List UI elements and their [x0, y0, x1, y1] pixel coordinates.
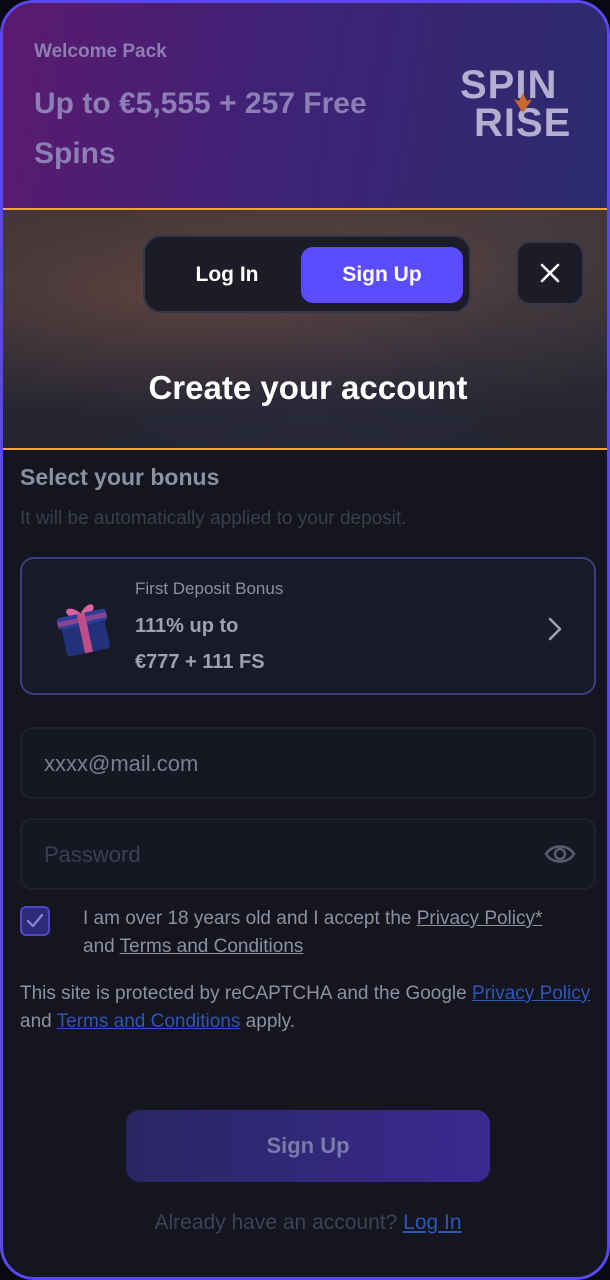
- phone-frame: Welcome Pack Up to €5,555 + 257 Free Spi…: [0, 0, 610, 1280]
- recaptcha-suffix: apply.: [240, 1011, 295, 1032]
- consent-and: and: [83, 936, 120, 957]
- bonus-selector[interactable]: First Deposit Bonus 111% up to €777 + 11…: [20, 557, 596, 695]
- login-link[interactable]: Log In: [403, 1211, 461, 1234]
- email-input[interactable]: [42, 729, 546, 799]
- google-terms-link[interactable]: Terms and Conditions: [57, 1011, 241, 1032]
- header-divider: [3, 448, 607, 450]
- chevron-right-icon: [548, 617, 562, 641]
- banner-title: Up to €5,555 + 257 Free Spins: [34, 87, 367, 170]
- page-title: Create your account: [148, 369, 468, 406]
- recaptcha-notice: This site is protected by reCAPTCHA and …: [20, 980, 605, 1036]
- bonus-heading: Select your bonus: [20, 464, 220, 490]
- terms-link[interactable]: Terms and Conditions: [120, 936, 304, 957]
- terms-consent-text: I am over 18 years old and I accept the …: [83, 905, 603, 961]
- logo-emblem-icon: [514, 93, 532, 113]
- close-icon: [540, 263, 560, 283]
- welcome-banner[interactable]: Welcome Pack Up to €5,555 + 257 Free Spi…: [3, 3, 607, 208]
- bonus-card-offer: 111% up to: [135, 615, 239, 637]
- banner-subtitle: Welcome Pack: [34, 41, 167, 62]
- checkmark-icon: [26, 913, 44, 928]
- bonus-card-amount: €777 + 111 FS: [135, 651, 265, 673]
- close-button[interactable]: [516, 241, 584, 305]
- email-field[interactable]: [20, 727, 596, 799]
- auth-tabs: Log In Sign Up: [143, 235, 471, 313]
- login-prompt: Already have an account? Log In: [3, 1211, 607, 1235]
- consent-prefix: I am over 18 years old and I accept the: [83, 908, 417, 929]
- brand-logo: SPIN RISE: [458, 65, 588, 145]
- gift-icon: [56, 604, 110, 657]
- tab-login[interactable]: Log In: [157, 247, 297, 303]
- terms-checkbox[interactable]: [20, 906, 50, 936]
- privacy-policy-link[interactable]: Privacy Policy*: [417, 908, 543, 929]
- password-field[interactable]: [20, 818, 596, 890]
- bonus-card-label: First Deposit Bonus: [135, 579, 284, 598]
- signup-submit-button[interactable]: Sign Up: [126, 1110, 490, 1182]
- tab-signup[interactable]: Sign Up: [301, 247, 463, 303]
- login-prompt-text: Already have an account?: [154, 1211, 404, 1234]
- google-privacy-link[interactable]: Privacy Policy: [472, 983, 590, 1004]
- recaptcha-prefix: This site is protected by reCAPTCHA and …: [20, 983, 472, 1004]
- eye-icon[interactable]: [544, 842, 576, 866]
- password-input[interactable]: [42, 820, 546, 890]
- recaptcha-and: and: [20, 1011, 57, 1032]
- bonus-subheading: It will be automatically applied to your…: [20, 508, 407, 529]
